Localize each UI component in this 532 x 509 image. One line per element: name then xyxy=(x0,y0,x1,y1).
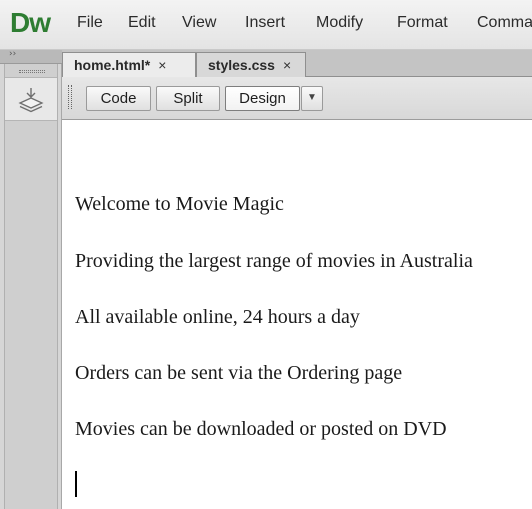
panel-grip[interactable] xyxy=(19,70,45,73)
design-view-button[interactable]: Design xyxy=(225,86,300,111)
panel-collapse-bar[interactable]: ›› xyxy=(0,49,62,64)
menu-file[interactable]: File xyxy=(77,14,103,32)
paragraph-orders[interactable]: Orders can be sent via the Ordering page xyxy=(75,362,402,385)
menu-view[interactable]: View xyxy=(182,14,216,32)
paragraph-welcome[interactable]: Welcome to Movie Magic xyxy=(75,193,284,216)
left-dock-panel: ›› xyxy=(0,49,62,509)
menu-insert[interactable]: Insert xyxy=(245,14,285,32)
code-view-button[interactable]: Code xyxy=(86,86,151,111)
toolbar-grip[interactable] xyxy=(68,85,72,109)
paragraph-delivery[interactable]: Movies can be downloaded or posted on DV… xyxy=(75,418,447,441)
menu-modify[interactable]: Modify xyxy=(316,14,363,32)
document-tab-bar: home.html* × styles.css × xyxy=(62,50,532,78)
double-chevron-right-icon[interactable]: ›› xyxy=(9,49,16,59)
close-icon[interactable]: × xyxy=(283,57,291,73)
tab-styles-css[interactable]: styles.css × xyxy=(196,52,306,77)
tab-label: home.html* xyxy=(74,57,151,73)
document-toolbar: Code Split Design ▼ xyxy=(62,77,532,120)
triangle-down-icon[interactable]: ▼ xyxy=(301,86,323,111)
layers-icon xyxy=(18,88,44,113)
close-icon[interactable]: × xyxy=(158,57,166,73)
insert-panel-button[interactable] xyxy=(5,77,57,121)
tab-home-html[interactable]: home.html* × xyxy=(62,52,196,78)
design-view-canvas[interactable]: Welcome to Movie Magic Providing the lar… xyxy=(62,121,532,509)
dreamweaver-logo: Dw xyxy=(10,7,51,38)
menu-edit[interactable]: Edit xyxy=(128,14,156,32)
menu-format[interactable]: Format xyxy=(397,14,448,32)
split-view-button[interactable]: Split xyxy=(156,86,220,111)
text-cursor xyxy=(75,471,77,497)
panel-strip xyxy=(4,64,58,509)
tab-label: styles.css xyxy=(208,57,275,73)
menu-commands[interactable]: Comma xyxy=(477,14,532,32)
paragraph-online[interactable]: All available online, 24 hours a day xyxy=(75,306,360,329)
paragraph-range[interactable]: Providing the largest range of movies in… xyxy=(75,250,473,273)
menu-bar: Dw File Edit View Insert Modify Format C… xyxy=(0,0,532,50)
